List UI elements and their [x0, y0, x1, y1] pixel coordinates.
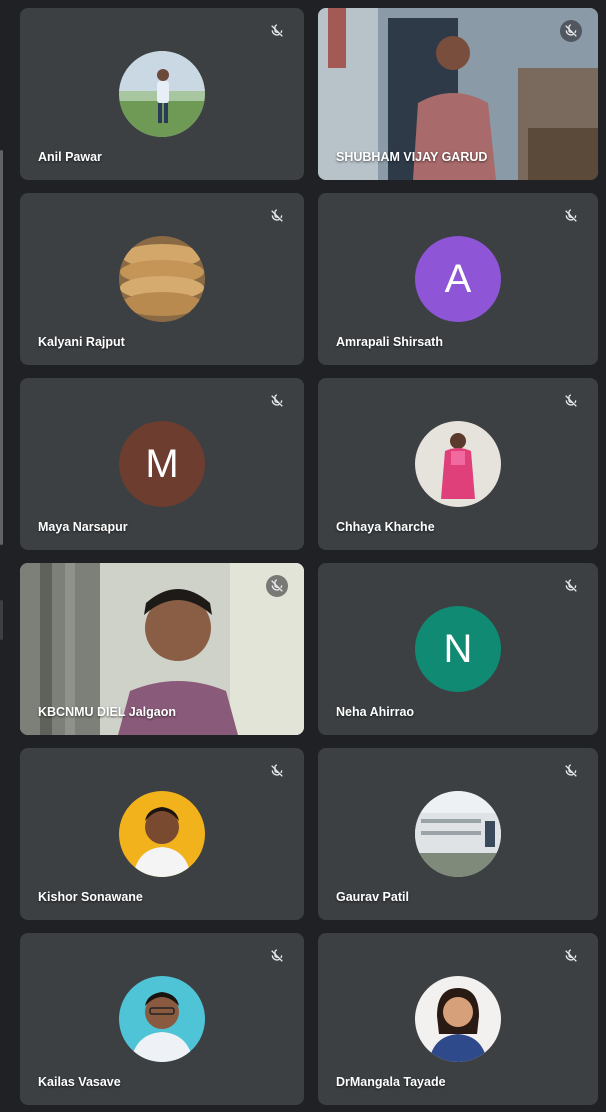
mic-off-icon	[266, 575, 288, 597]
participant-name: Kailas Vasave	[38, 1075, 121, 1089]
participant-name: KBCNMU DIEL Jalgaon	[38, 705, 176, 719]
mic-off-icon	[266, 20, 288, 42]
avatar	[119, 236, 205, 322]
avatar: A	[415, 236, 501, 322]
participant-name: Anil Pawar	[38, 150, 102, 164]
participant-tile[interactable]: Kailas Vasave	[20, 933, 304, 1105]
mic-off-icon	[560, 20, 582, 42]
avatar: M	[119, 421, 205, 507]
participant-tile[interactable]: Chhaya Kharche	[318, 378, 598, 550]
participant-video-tile[interactable]: SHUBHAM VIJAY GARUD	[318, 8, 598, 180]
mic-off-icon	[560, 575, 582, 597]
mic-off-icon	[560, 390, 582, 412]
participant-name: Kishor Sonawane	[38, 890, 143, 904]
participant-name: Neha Ahirrao	[336, 705, 415, 719]
participant-tile[interactable]: Kishor Sonawane	[20, 748, 304, 920]
participant-name: Amrapali Shirsath	[336, 335, 443, 349]
mic-off-icon	[560, 760, 582, 782]
participant-tile[interactable]: Gaurav Patil	[318, 748, 598, 920]
participant-tile[interactable]: N Neha Ahirrao	[318, 563, 598, 735]
side-panel-edge-lower	[0, 600, 3, 640]
mic-off-icon	[266, 760, 288, 782]
participant-name: DrMangala Tayade	[336, 1075, 446, 1089]
participant-tile[interactable]: M Maya Narsapur	[20, 378, 304, 550]
avatar	[119, 791, 205, 877]
mic-off-icon	[266, 390, 288, 412]
avatar: N	[415, 606, 501, 692]
avatar-initial: M	[145, 441, 179, 486]
mic-off-icon	[266, 205, 288, 227]
participant-name: Chhaya Kharche	[336, 520, 435, 534]
avatar	[415, 421, 501, 507]
participant-name: Maya Narsapur	[38, 520, 128, 534]
participant-tile[interactable]: Kalyani Rajput	[20, 193, 304, 365]
avatar	[119, 976, 205, 1062]
mic-off-icon	[560, 945, 582, 967]
participant-grid: Anil Pawar SHUBHAM VIJAY GARUD Kalyani R…	[20, 8, 598, 1105]
mic-off-icon	[560, 205, 582, 227]
participant-name: SHUBHAM VIJAY GARUD	[336, 150, 488, 164]
avatar	[415, 976, 501, 1062]
side-panel-edge	[0, 150, 3, 545]
participant-tile[interactable]: Anil Pawar	[20, 8, 304, 180]
mic-off-icon	[266, 945, 288, 967]
participant-name: Gaurav Patil	[336, 890, 409, 904]
avatar-initial: N	[443, 626, 473, 671]
avatar-initial: A	[444, 256, 472, 301]
participant-name: Kalyani Rajput	[38, 335, 125, 349]
avatar	[415, 791, 501, 877]
participant-tile[interactable]: DrMangala Tayade	[318, 933, 598, 1105]
avatar	[119, 51, 205, 137]
participant-tile[interactable]: A Amrapali Shirsath	[318, 193, 598, 365]
participant-video-tile[interactable]: KBCNMU DIEL Jalgaon	[20, 563, 304, 735]
